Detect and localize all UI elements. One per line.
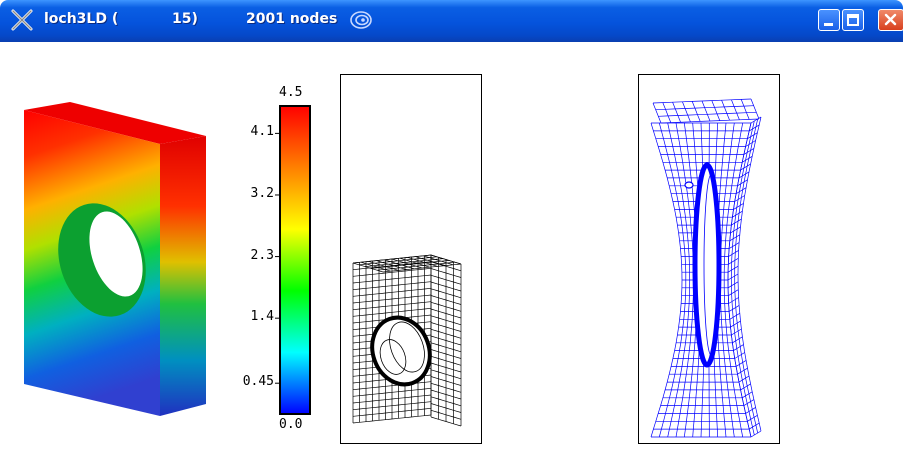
colorbar-tick-label: 2.3 [250, 247, 274, 263]
close-icon [884, 13, 897, 26]
colorbar-gradient [275, 105, 311, 415]
window-title-nodes: 2001 nodes [246, 11, 338, 27]
title-bar[interactable]: loch3LD ( 15) 2001 nodes [0, 0, 903, 42]
colorbar-tick-label: 3.2 [250, 185, 274, 201]
close-button[interactable] [878, 9, 903, 31]
colorbar-tick-label: 1.4 [250, 309, 274, 325]
minimize-button[interactable] [818, 9, 840, 31]
colorbar-bar [279, 105, 311, 415]
plot-canvas: 4.5 0.0 4.1 3.2 2.3 1.4 0.45 [6, 42, 903, 454]
colorbar-tick-label: 4.1 [250, 124, 274, 140]
x-window-icon [11, 9, 33, 31]
color-legend: 4.5 0.0 4.1 3.2 2.3 1.4 0.45 [236, 84, 326, 444]
window-title-step: 15) [172, 11, 198, 27]
blue-deformed-mesh [650, 98, 762, 438]
maximize-icon [847, 14, 859, 26]
mesh-panel-left [340, 74, 482, 444]
swirl-icon [350, 11, 372, 29]
block-side-face [160, 136, 206, 416]
maximize-button[interactable] [842, 9, 864, 31]
colorbar-max-label: 4.5 [279, 85, 303, 100]
black-wireframe-mesh [352, 254, 462, 427]
window-title-name: loch3LD ( [44, 11, 119, 27]
colorbar-min-label: 0.0 [279, 417, 303, 432]
app-window: loch3LD ( 15) 2001 nodes 4.5 0.0 4.1 3.2… [0, 0, 903, 454]
colorbar-tick-label: 0.45 [242, 374, 274, 390]
mesh-panel-right [638, 74, 780, 444]
minimize-icon [824, 23, 833, 26]
colored-block-view [24, 102, 206, 416]
